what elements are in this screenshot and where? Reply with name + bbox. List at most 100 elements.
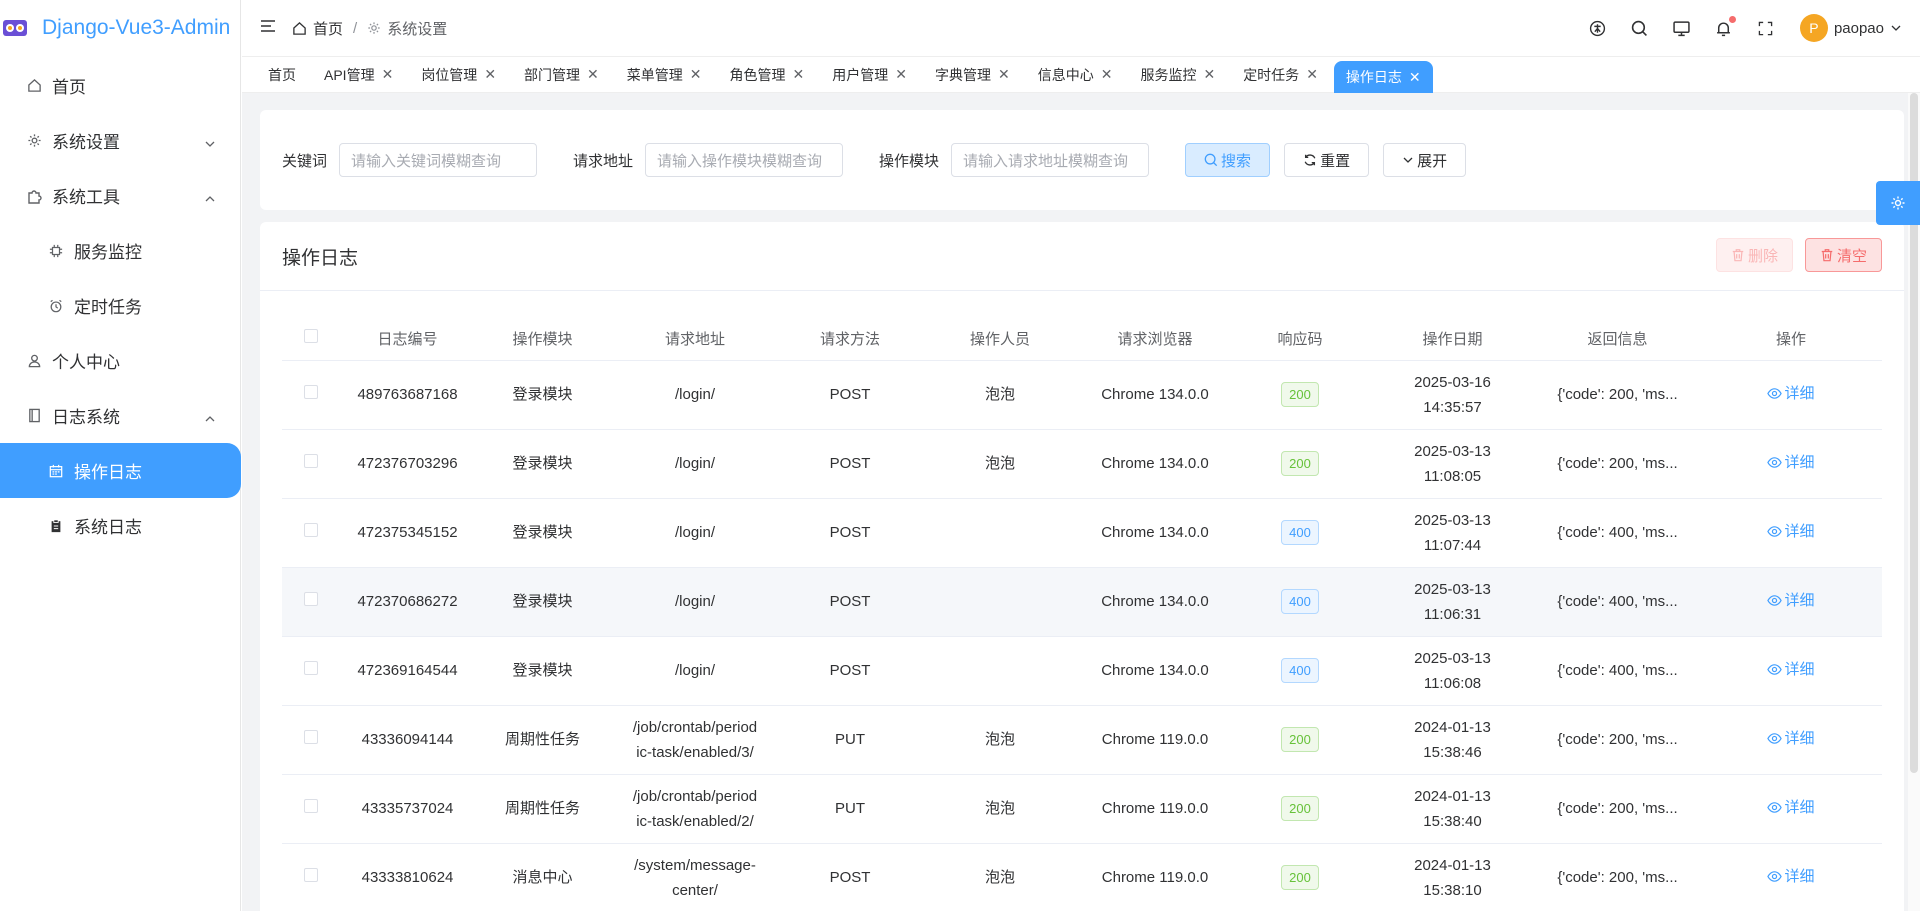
table-row[interactable]: 43333810624 消息中心/system/message-center/PO… <box>282 843 1882 911</box>
table-row[interactable]: 472376703296 登录模块/login/POST 泡泡 Chrome 134.… <box>282 429 1882 499</box>
cell-time: 11:07:44 <box>1423 536 1482 554</box>
button-label: 清空 <box>1836 247 1867 265</box>
fullscreen-icon[interactable] <box>1756 18 1776 38</box>
close-icon[interactable]: ✕ <box>998 66 1010 83</box>
close-icon[interactable]: ✕ <box>1203 66 1215 83</box>
table-row[interactable]: 43335737024 周期性任务/job/crontab/period ic-ta… <box>282 774 1882 844</box>
row-checkbox[interactable] <box>282 498 340 568</box>
sidebar-item-scheduled-tasks[interactable]: 定时任务 <box>0 278 240 333</box>
cell-user <box>920 567 1080 637</box>
tab-message[interactable]: 信息中心 ✕ <box>1026 59 1125 91</box>
sidebar-item-service-monitor[interactable]: 服务监控 <box>0 223 240 278</box>
chevron-up-icon <box>204 190 216 210</box>
row-checkbox[interactable] <box>282 843 340 911</box>
tab-post[interactable]: 岗位管理 ✕ <box>409 59 508 91</box>
status-badge: 200 <box>1281 727 1319 752</box>
tab-role[interactable]: 角色管理 ✕ <box>718 59 817 91</box>
sidebar-item-home[interactable]: 首页 <box>0 58 240 113</box>
menu-toggle-icon[interactable] <box>260 19 276 37</box>
close-icon[interactable]: ✕ <box>587 66 599 83</box>
delete-button[interactable]: 删除 <box>1715 238 1793 272</box>
monitor-icon[interactable] <box>1672 18 1692 38</box>
table-row[interactable]: 43336094144 周期性任务/job/crontab/period ic-ta… <box>282 705 1882 775</box>
cell-browser: Chrome 119.0.0 <box>1080 843 1230 911</box>
row-checkbox[interactable] <box>282 360 340 430</box>
cell-code-wrap: 200 <box>1230 429 1370 499</box>
sidebar-item-system-settings[interactable]: 系统设置 <box>0 113 240 168</box>
detail-label: 详细 <box>1784 522 1815 540</box>
close-icon[interactable]: ✕ <box>895 66 907 83</box>
cell-method: PUT <box>780 774 920 844</box>
tab-dept[interactable]: 部门管理 ✕ <box>512 59 611 91</box>
table-row[interactable]: 472375345152 登录模块/login/POST Chrome 134.0.… <box>282 498 1882 568</box>
main-content: 关键词 请输入关键词模糊查询 请求地址 请输入操作模块模糊查询 操作模块 请输入… <box>242 93 1920 911</box>
tab-user[interactable]: 用户管理 ✕ <box>820 59 919 91</box>
language-icon[interactable] <box>1588 18 1608 38</box>
detail-link[interactable]: 详细 <box>1767 657 1815 682</box>
detail-label: 详细 <box>1784 729 1815 747</box>
sidebar-item-personal-center[interactable]: 个人中心 <box>0 333 240 388</box>
detail-link[interactable]: 详细 <box>1767 726 1815 751</box>
cell-id: 43336094144 <box>340 705 475 775</box>
table-row[interactable]: 472370686272 登录模块/login/POST Chrome 134.0.… <box>282 567 1882 637</box>
sidebar-item-system-log[interactable]: 系统日志 <box>0 498 240 553</box>
search-button[interactable]: 搜索 <box>1185 143 1271 177</box>
detail-link[interactable]: 详细 <box>1767 381 1815 406</box>
tab-menu[interactable]: 菜单管理 ✕ <box>615 59 714 91</box>
clear-button[interactable]: 清空 <box>1804 238 1882 272</box>
breadcrumb-home[interactable]: 首页 <box>313 18 343 39</box>
detail-link[interactable]: 详细 <box>1767 519 1815 544</box>
eye-icon <box>1767 455 1783 470</box>
tab-home[interactable]: 首页 <box>256 59 308 91</box>
header-toolbar: P paopao <box>1566 0 1902 56</box>
row-checkbox[interactable] <box>282 567 340 637</box>
sidebar-item-log-system[interactable]: 日志系统 <box>0 388 240 443</box>
app-logo[interactable]: Django-Vue3-Admin <box>0 0 240 56</box>
detail-link[interactable]: 详细 <box>1767 450 1815 475</box>
module-input[interactable]: 请输入请求地址模糊查询 <box>951 143 1150 177</box>
keyword-input[interactable]: 请输入关键词模糊查询 <box>339 143 538 177</box>
expand-button[interactable]: 展开 <box>1383 143 1467 177</box>
tab-api[interactable]: API管理 ✕ <box>312 59 405 91</box>
sidebar-item-system-tools[interactable]: 系统工具 <box>0 168 240 223</box>
cell-date: 2024-01-13 <box>1414 718 1491 736</box>
tab-dict[interactable]: 字典管理 ✕ <box>923 59 1022 91</box>
cell-method: POST <box>780 429 920 499</box>
close-icon[interactable]: ✕ <box>484 66 496 83</box>
detail-label: 详细 <box>1784 591 1815 609</box>
row-checkbox[interactable] <box>282 636 340 706</box>
tab-monitor[interactable]: 服务监控 ✕ <box>1128 59 1227 91</box>
close-icon[interactable]: ✕ <box>793 66 805 83</box>
gear-icon <box>367 21 381 35</box>
table-row[interactable]: 489763687168 登录模块/login/POST 泡泡 Chrome 134.… <box>282 360 1882 430</box>
detail-link[interactable]: 详细 <box>1767 795 1815 820</box>
reset-button[interactable]: 重置 <box>1284 143 1370 177</box>
close-icon[interactable]: ✕ <box>1101 66 1113 83</box>
tab-operation-log[interactable]: 操作日志 ✕ <box>1333 61 1433 93</box>
select-all-checkbox[interactable] <box>282 317 340 361</box>
search-icon[interactable] <box>1630 18 1650 38</box>
close-icon[interactable]: ✕ <box>382 66 394 83</box>
username[interactable]: paopao <box>1834 20 1884 37</box>
url-input[interactable]: 请输入操作模块模糊查询 <box>645 143 844 177</box>
bell-icon[interactable] <box>1714 16 1736 38</box>
close-icon[interactable]: ✕ <box>1306 66 1318 83</box>
cell-id: 43335737024 <box>340 774 475 844</box>
close-icon[interactable]: ✕ <box>690 66 702 83</box>
detail-link[interactable]: 详细 <box>1767 864 1815 889</box>
detail-link[interactable]: 详细 <box>1767 588 1815 613</box>
chevron-down-icon[interactable] <box>1890 22 1902 34</box>
sidebar-item-operation-log[interactable]: 操作日志 <box>0 443 241 498</box>
trash-icon <box>1820 248 1834 262</box>
settings-float-button[interactable] <box>1876 181 1920 225</box>
cell-url: /login/ <box>674 455 716 472</box>
tab-cron[interactable]: 定时任务 ✕ <box>1231 59 1330 91</box>
avatar[interactable]: P <box>1799 14 1828 42</box>
row-checkbox[interactable] <box>282 774 340 844</box>
cell-browser: Chrome 134.0.0 <box>1080 429 1230 499</box>
row-checkbox[interactable] <box>282 429 340 499</box>
close-icon[interactable]: ✕ <box>1409 69 1421 86</box>
row-checkbox[interactable] <box>282 705 340 775</box>
cell-code-wrap: 400 <box>1230 636 1370 706</box>
table-row[interactable]: 472369164544 登录模块/login/POST Chrome 134.0.… <box>282 636 1882 706</box>
